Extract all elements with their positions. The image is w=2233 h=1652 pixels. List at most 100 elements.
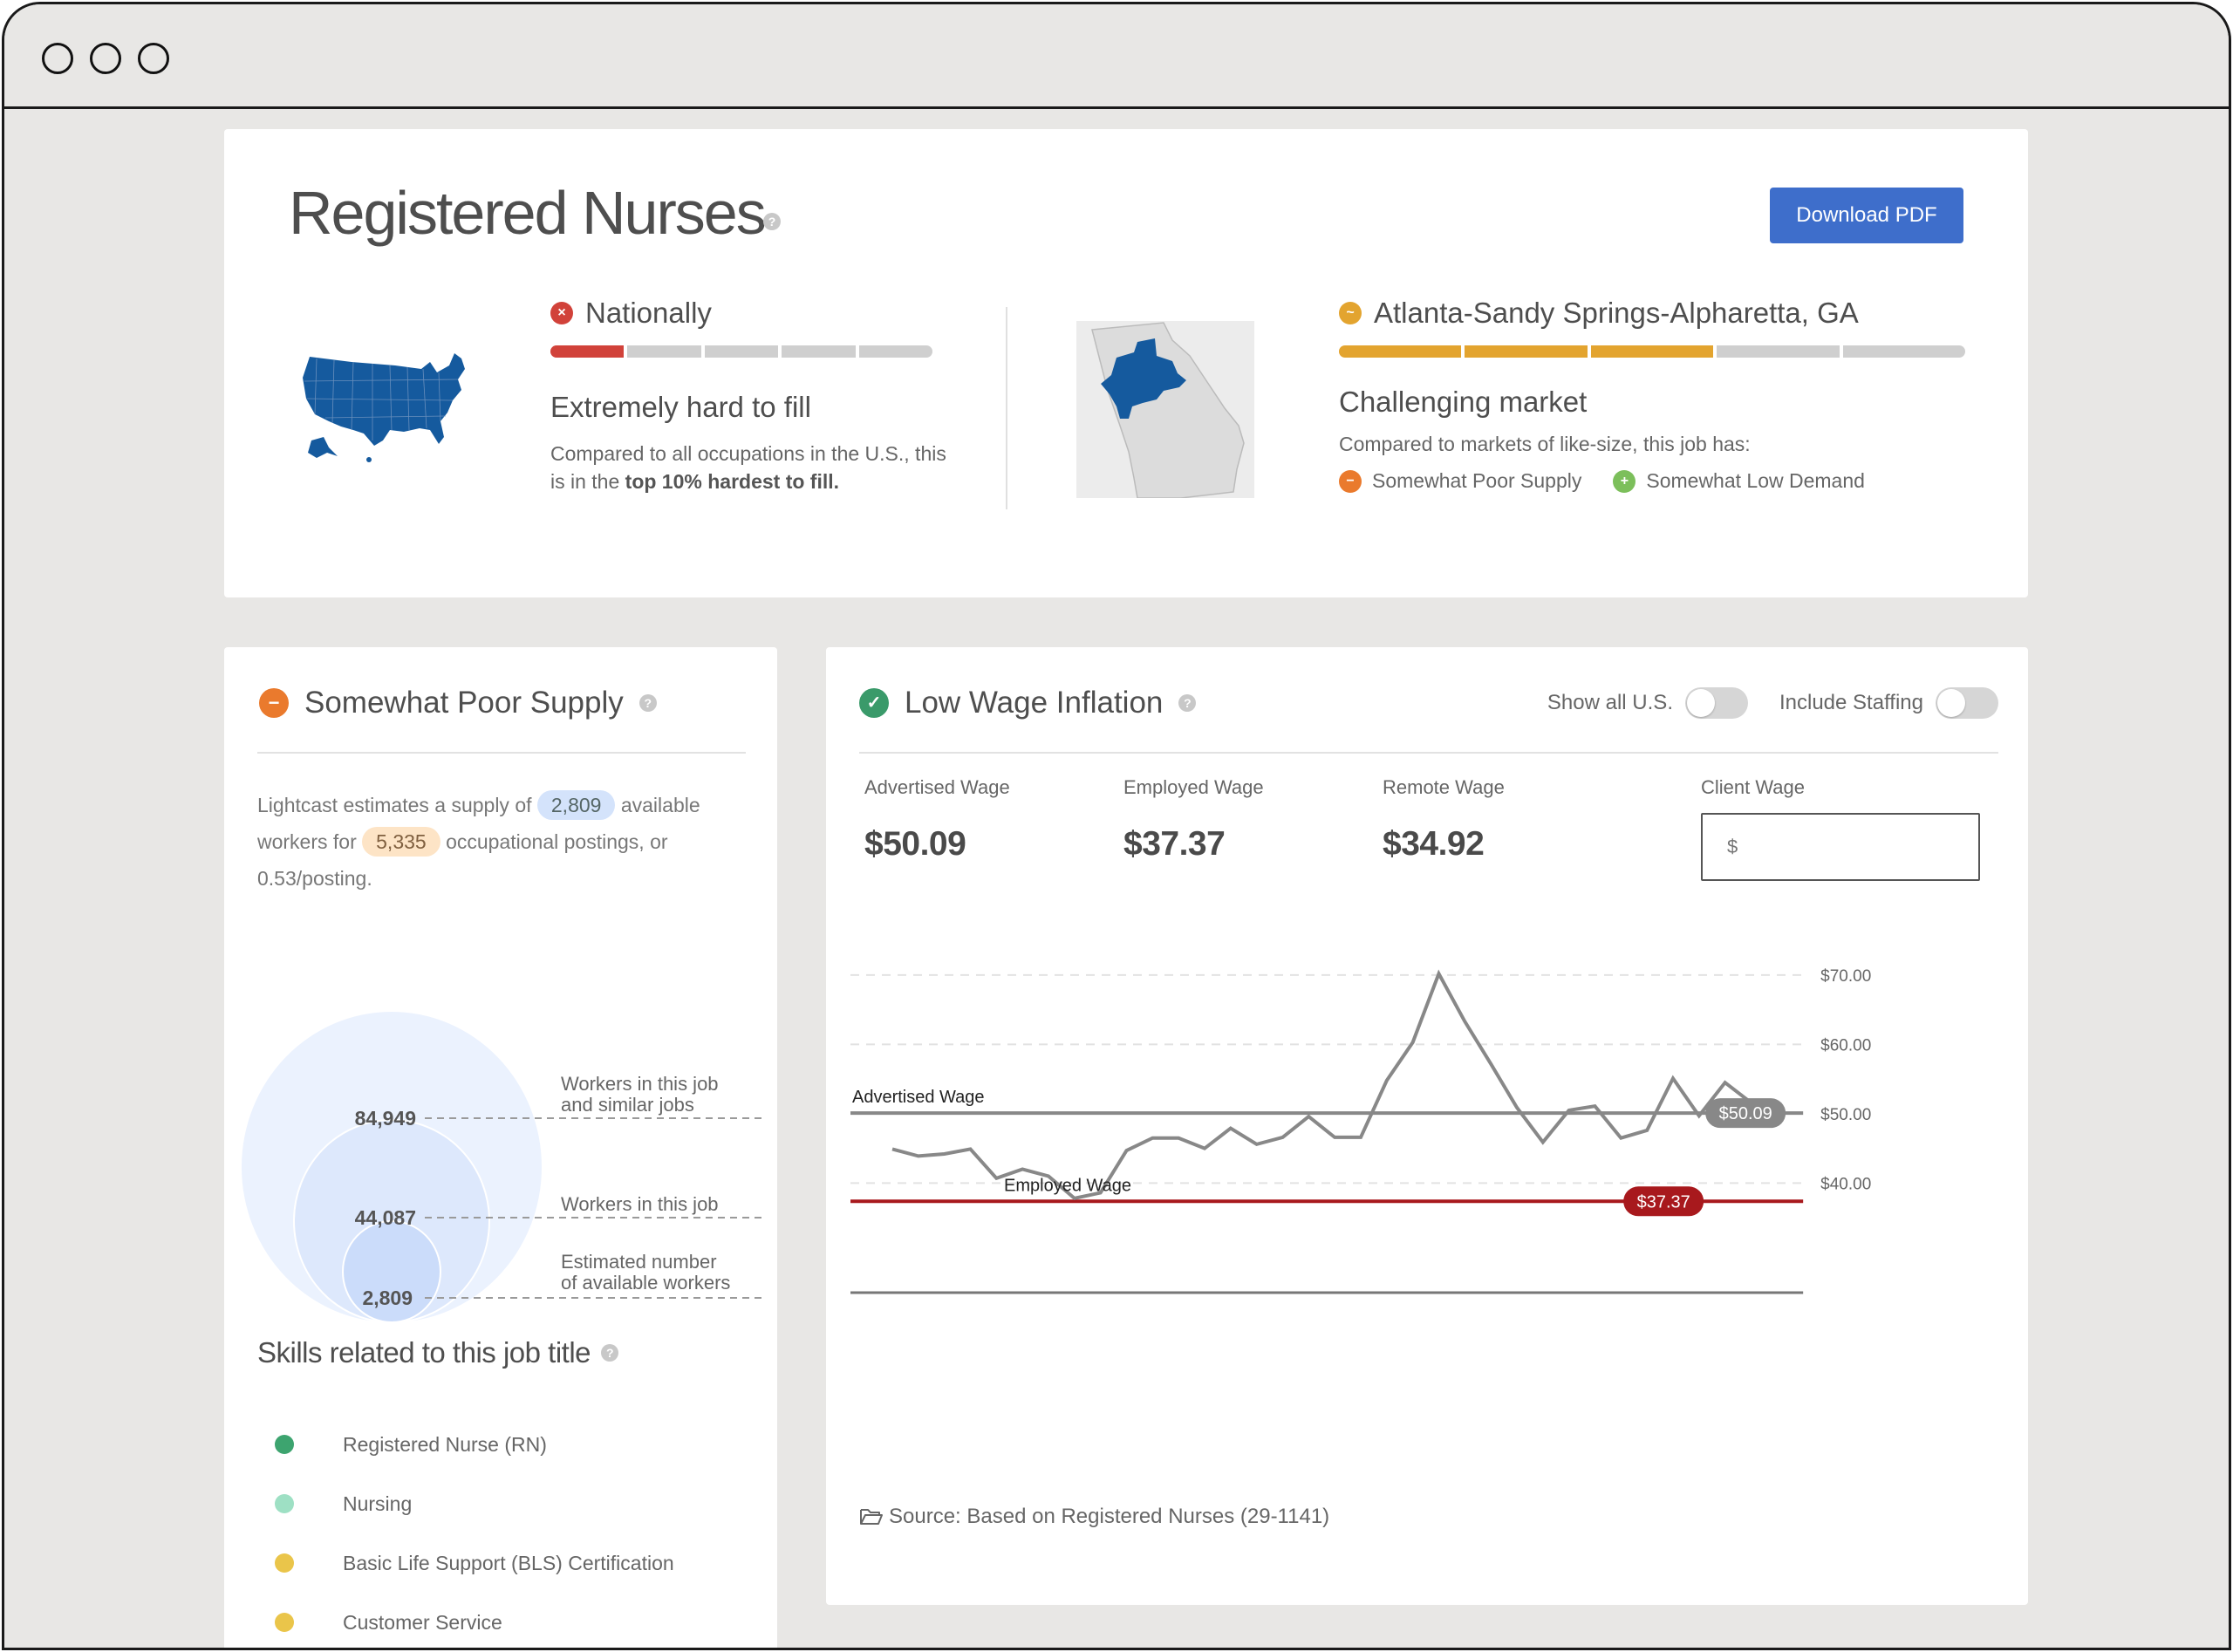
national-description: Compared to all occupations in the U.S.,… <box>550 440 960 495</box>
skill-label: Registered Nurse (RN) <box>343 1432 547 1456</box>
skill-dot-icon <box>275 1613 294 1632</box>
question-circle-icon[interactable]: ? <box>638 694 657 712</box>
tag-low-demand: + Somewhat Low Demand <box>1613 469 1865 493</box>
toggle-label: Show all U.S. <box>1547 691 1673 714</box>
stat-value: $34.92 <box>1383 825 1485 863</box>
national-heading: × Nationally <box>550 297 712 330</box>
bubble-value: 44,087 <box>355 1206 416 1229</box>
wage-toggles: Show all U.S. Include Staffing <box>1547 687 1998 719</box>
show-all-us-toggle[interactable] <box>1684 687 1748 719</box>
y-tick-label: $60.00 <box>1820 1036 1871 1055</box>
advertised-wage-badge-label: $50.09 <box>1719 1104 1772 1123</box>
client-wage-label: Client Wage <box>1701 776 1806 798</box>
tag-label: Somewhat Poor Supply <box>1372 469 1582 492</box>
skills-list: Registered Nurse (RN) Nursing Basic Life… <box>275 1415 674 1648</box>
supply-heading-label: Somewhat Poor Supply <box>304 686 624 720</box>
advertised-wage-line-label: Advertised Wage <box>852 1088 985 1107</box>
skill-dot-icon <box>275 1553 294 1573</box>
stat-value: $50.09 <box>864 825 966 863</box>
supply-summary: Lightcast estimates a supply of 2,809 av… <box>257 787 746 897</box>
national-description-emphasis: top 10% hardest to fill. <box>625 470 840 493</box>
y-tick-label: $50.00 <box>1820 1106 1871 1124</box>
window-minimize-button[interactable] <box>90 43 121 74</box>
y-tick-label: $70.00 <box>1820 967 1871 986</box>
difficulty-segment <box>1842 345 1966 358</box>
available-workers-badge: 2,809 <box>536 790 616 820</box>
folder-open-icon <box>860 1509 883 1525</box>
local-description: Compared to markets of like-size, this j… <box>1339 433 1751 455</box>
skills-heading: Skills related to this job title ? <box>257 1336 619 1369</box>
question-circle-icon[interactable]: ? <box>763 213 781 230</box>
supply-card: − Somewhat Poor Supply ? Lightcast estim… <box>224 647 777 1648</box>
stat-value: $37.37 <box>1123 825 1226 863</box>
skill-label: Nursing <box>343 1492 413 1515</box>
toggle-label: Include Staffing <box>1779 691 1923 714</box>
question-circle-icon[interactable]: ? <box>601 1344 619 1362</box>
bubble-label: Workers in this job <box>561 1193 719 1215</box>
skill-dot-icon <box>275 1494 294 1513</box>
question-circle-icon[interactable]: ? <box>1178 694 1197 712</box>
minus-circle-icon: − <box>1339 469 1362 493</box>
browser-window: Registered Nurses ? Download PDF × Natio… <box>2 2 2231 1650</box>
difficulty-segment <box>1590 345 1714 358</box>
skill-item: Nursing <box>275 1474 674 1533</box>
difficulty-segment <box>1717 345 1840 358</box>
bubble-label: Workers in this job <box>561 1073 719 1095</box>
supply-bubble-chart: 84,949 44,087 2,809 Workers in this job … <box>242 1012 765 1323</box>
check-circle-icon: ✓ <box>859 688 889 718</box>
source-text: Source: Based on Registered Nurses (29-1… <box>889 1505 1330 1528</box>
skill-item: Customer Service <box>275 1593 674 1648</box>
plus-circle-icon: + <box>1613 469 1636 493</box>
bubble-label: and similar jobs <box>561 1094 694 1116</box>
national-heading-label: Nationally <box>585 297 712 329</box>
bubble-value: 2,809 <box>362 1287 413 1309</box>
stat-label: Advertised Wage <box>864 776 1010 798</box>
georgia-map-icon <box>1076 321 1254 498</box>
page-title: Registered Nurses <box>289 179 767 247</box>
tilde-circle-icon: ~ <box>1339 302 1362 324</box>
skill-item: Registered Nurse (RN) <box>275 1415 674 1474</box>
source-note: Source: Based on Registered Nurses (29-1… <box>859 1505 1329 1529</box>
divider <box>257 752 746 754</box>
local-subheading: Challenging market <box>1339 386 1588 418</box>
employed-wage-line-label: Employed Wage <box>1004 1176 1131 1195</box>
wage-stats: Advertised Wage $50.09 Employed Wage $37… <box>864 776 1642 864</box>
postings-badge: 5,335 <box>362 827 440 857</box>
wage-line-chart: $40.00$50.00$60.00$70.00Feb '20Jun '20Oc… <box>850 967 1871 1294</box>
skill-label: Customer Service <box>343 1610 502 1634</box>
national-subheading: Extremely hard to fill <box>550 391 811 423</box>
bubble-label: of available workers <box>561 1272 730 1294</box>
local-heading: ~ Atlanta-Sandy Springs-Alpharetta, GA <box>1339 297 1859 330</box>
window-maximize-button[interactable] <box>138 43 169 74</box>
stat-remote-wage: Remote Wage $34.92 <box>1383 776 1642 864</box>
download-pdf-button[interactable]: Download PDF <box>1770 188 1963 243</box>
stat-employed-wage: Employed Wage $37.37 <box>1123 776 1383 864</box>
difficulty-segment <box>550 345 625 358</box>
window-close-button[interactable] <box>42 43 73 74</box>
client-wage-input[interactable] <box>1701 813 1980 881</box>
local-tags: − Somewhat Poor Supply + Somewhat Low De… <box>1339 469 1865 493</box>
difficulty-segment <box>627 345 701 358</box>
difficulty-segment <box>1465 345 1588 358</box>
vertical-divider <box>1006 307 1007 509</box>
employed-wage-badge-label: $37.37 <box>1637 1192 1690 1212</box>
occupation-summary-card: Registered Nurses ? Download PDF × Natio… <box>224 129 2028 597</box>
bubble-label: Estimated number <box>561 1251 717 1273</box>
national-difficulty-bar <box>550 345 933 358</box>
skills-heading-label: Skills related to this job title <box>257 1336 591 1369</box>
skill-item: Basic Life Support (BLS) Certification <box>275 1533 674 1593</box>
supply-heading: − Somewhat Poor Supply ? <box>259 686 657 720</box>
divider <box>859 752 1998 754</box>
tag-poor-supply: − Somewhat Poor Supply <box>1339 469 1581 493</box>
stat-advertised-wage: Advertised Wage $50.09 <box>864 776 1123 864</box>
difficulty-segment <box>858 345 933 358</box>
wage-heading-label: Low Wage Inflation <box>905 686 1164 720</box>
difficulty-segment <box>1339 345 1462 358</box>
wage-card: ✓ Low Wage Inflation ? Show all U.S. Inc… <box>826 647 2028 1605</box>
include-staffing-toggle[interactable] <box>1936 687 1998 719</box>
advertised-wage-series <box>891 969 1752 1201</box>
toggle-knob <box>1937 689 1965 717</box>
y-tick-label: $40.00 <box>1820 1175 1871 1193</box>
minus-circle-icon: − <box>259 688 289 718</box>
client-wage: Client Wage <box>1701 776 1980 881</box>
